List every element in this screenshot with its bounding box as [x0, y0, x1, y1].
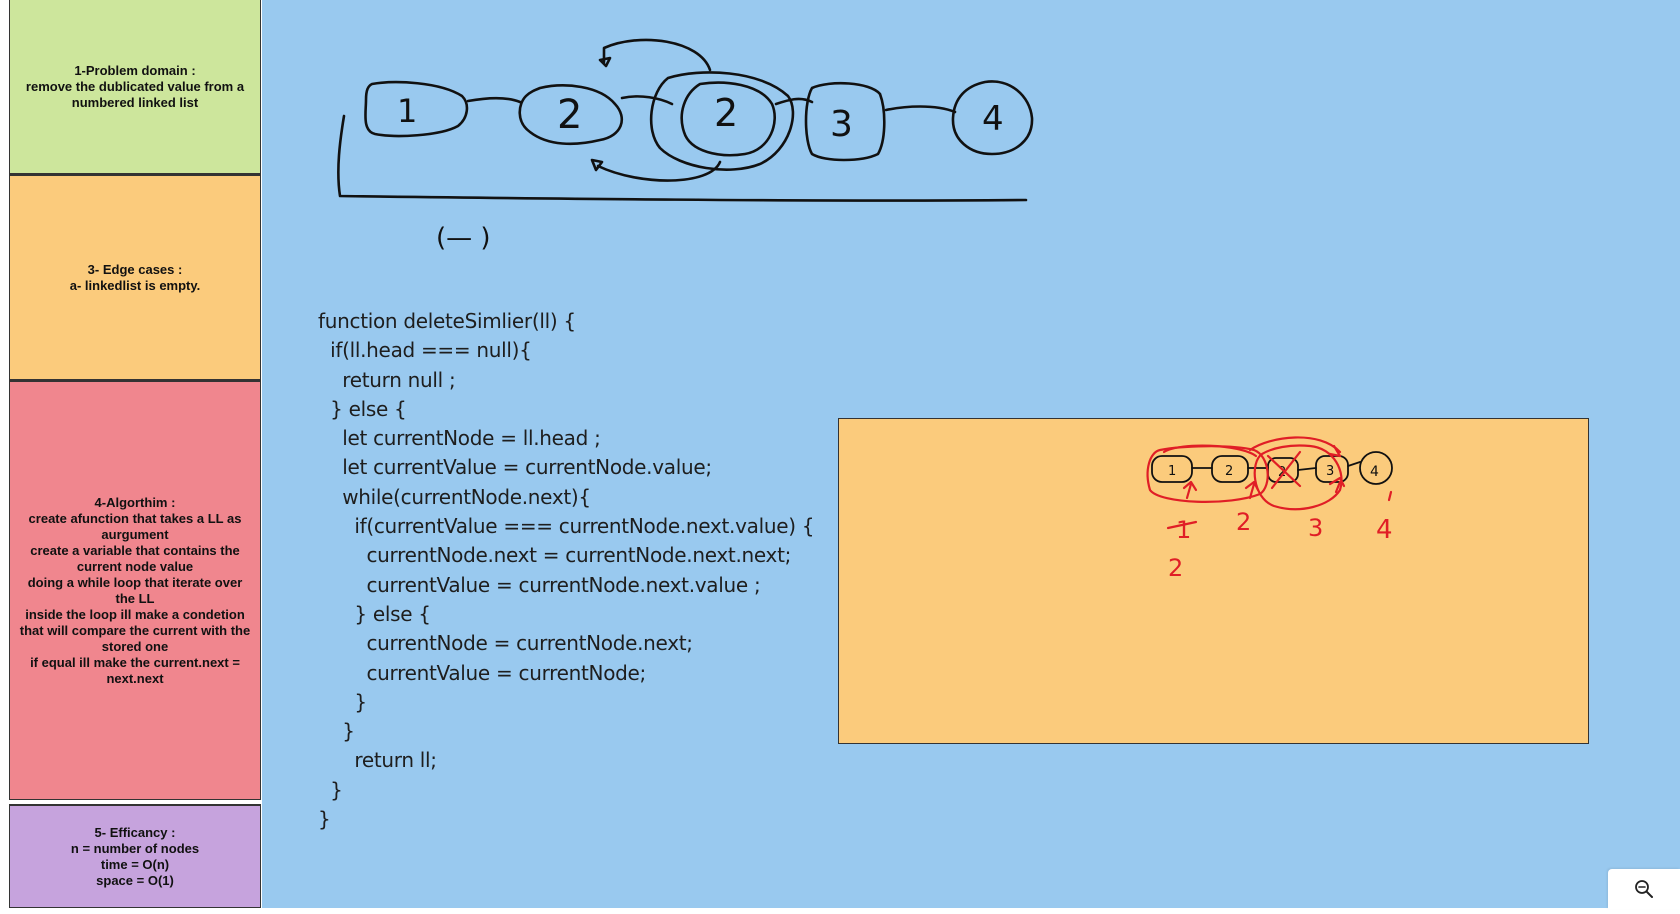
- code-block[interactable]: function deleteSimlier(ll) { if(ll.head …: [318, 307, 814, 834]
- sketch-linked-list: 1 2 2 3 4: [1151, 451, 1393, 485]
- link-1-2: [466, 96, 522, 104]
- diagram-node-2a-label: 2: [557, 92, 582, 138]
- diagram-node-1-label: 1: [397, 92, 417, 130]
- code-line: let currentValue = currentNode.value;: [318, 455, 712, 480]
- sketch-step-1: 1: [1176, 516, 1191, 544]
- code-line: let currentNode = ll.head ;: [318, 426, 601, 451]
- linked-list-drawing[interactable]: 1 2 2 3 4 (— ) 1 2 2 3 4 1 2 3 4 2: [0, 0, 1680, 914]
- code-line: currentValue = currentNode.next.value ;: [318, 572, 761, 597]
- zoom-out-icon: [1635, 880, 1653, 898]
- arrow-over: [602, 38, 712, 72]
- link-2-2: [620, 95, 674, 106]
- code-line: }: [318, 719, 355, 744]
- sketch-node-3: 3: [1326, 464, 1334, 479]
- loop-label: (— ): [436, 223, 491, 253]
- code-line: currentValue = currentNode;: [318, 660, 646, 685]
- code-line: while(currentNode.next){: [318, 484, 591, 509]
- whiteboard-canvas[interactable]: 1-Problem domain : remove the dublicated…: [0, 0, 1680, 914]
- sketch-red-marks: [1146, 436, 1393, 530]
- arrow-under: [596, 160, 722, 182]
- link-3-4: [884, 105, 957, 114]
- code-line: }: [318, 777, 343, 802]
- sketch-step-2: 2: [1236, 508, 1251, 536]
- sketch-node-1: 1: [1168, 464, 1176, 479]
- diagram-node-4-label: 4: [982, 99, 1004, 139]
- sketch-step-4: 4: [1376, 515, 1393, 545]
- code-line: return null ;: [318, 367, 456, 392]
- code-line: if(ll.head === null){: [318, 338, 532, 363]
- diagram-node-3-label: 3: [830, 104, 853, 145]
- sketch-node-4: 4: [1370, 464, 1379, 480]
- diagram-node-2b-label: 2: [714, 91, 738, 135]
- code-line: currentNode.next = currentNode.next.next…: [318, 543, 792, 568]
- code-line: } else {: [318, 396, 407, 421]
- sketch-node-2a: 2: [1225, 464, 1233, 479]
- code-line: }: [318, 689, 367, 714]
- code-line: currentNode = currentNode.next;: [318, 631, 693, 656]
- zoom-out-button[interactable]: [1608, 869, 1680, 909]
- code-line: function deleteSimlier(ll) {: [318, 309, 576, 333]
- code-line: return ll;: [318, 748, 437, 773]
- code-line: if(currentValue === currentNode.next.val…: [318, 514, 815, 539]
- code-line: }: [318, 807, 331, 832]
- sketch-step-3: 3: [1308, 514, 1323, 542]
- sketch-extra-label: 2: [1168, 554, 1183, 582]
- code-line: } else {: [318, 601, 431, 626]
